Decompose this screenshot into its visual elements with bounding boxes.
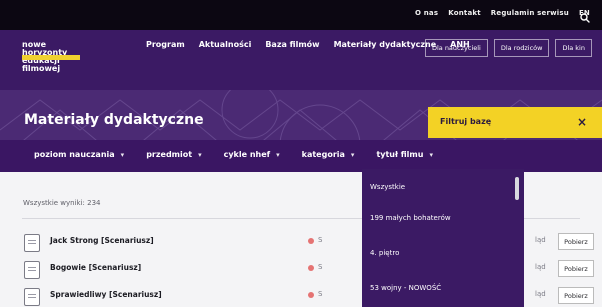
result-title[interactable]: Bogowie [Scenariusz] <box>50 263 141 272</box>
download-button[interactable]: Pobierz <box>558 233 594 250</box>
category-dot <box>308 292 314 298</box>
download-button[interactable]: Pobierz <box>558 260 594 277</box>
view-label[interactable]: ląd <box>535 263 546 271</box>
top-link-about[interactable]: O nas <box>415 9 438 17</box>
filter-film-title[interactable]: tytuł filmu ▾ <box>376 150 433 159</box>
chevron-down-icon: ▾ <box>350 151 355 159</box>
view-label[interactable]: ląd <box>535 236 546 244</box>
page-title: Materiały dydaktyczne <box>24 112 204 128</box>
document-icon <box>24 288 40 306</box>
filter-level[interactable]: poziom nauczania ▾ <box>34 150 124 159</box>
dropdown-item-all[interactable]: Wszystkie <box>370 183 405 191</box>
logo-line-4: filmowej <box>22 64 61 73</box>
menu-item-materials[interactable]: Materiały dydaktyczne <box>334 40 437 49</box>
result-title[interactable]: Sprawiedliwy [Scenariusz] <box>50 290 162 299</box>
menu-item-film-base[interactable]: Baza filmów <box>265 40 319 49</box>
chevron-down-icon: ▾ <box>429 151 433 159</box>
site-logo[interactable]: nowe horyzonty edukacji filmowej <box>22 41 92 73</box>
filter-category[interactable]: kategoria ▾ <box>302 150 355 159</box>
filter-subject[interactable]: przedmiot ▾ <box>146 150 201 159</box>
category-dot <box>308 265 314 271</box>
teachers-button[interactable]: Dla nauczycieli <box>424 39 488 57</box>
top-link-terms[interactable]: Regulamin serwisu <box>491 9 569 17</box>
search-icon[interactable] <box>580 8 590 23</box>
cinemas-button[interactable]: Dla kin <box>555 39 592 57</box>
category-dot <box>308 238 314 244</box>
top-links: O nas Kontakt Regulamin serwisu EN <box>415 9 590 17</box>
document-icon <box>24 234 40 252</box>
filter-label: Filtruj bazę <box>440 117 492 126</box>
category-label: S <box>318 263 323 271</box>
main-menu: Program Aktualności Baza filmów Materiał… <box>146 40 470 49</box>
dropdown-item-1[interactable]: 199 małych bohaterów <box>370 214 451 222</box>
dropdown-item-3[interactable]: 53 wojny - NOWOŚĆ <box>370 284 441 292</box>
results-count: Wszystkie wyniki: 234 <box>23 199 101 207</box>
chevron-down-icon: ▾ <box>276 151 280 159</box>
chevron-down-icon: ▾ <box>120 151 125 159</box>
close-icon[interactable]: × <box>577 115 587 129</box>
parents-button[interactable]: Dla rodziców <box>493 39 550 57</box>
download-button[interactable]: Pobierz <box>558 287 594 304</box>
top-link-contact[interactable]: Kontakt <box>448 9 481 17</box>
logo-highlight <box>22 55 80 60</box>
document-icon <box>24 261 40 279</box>
dropdown-scrollbar[interactable] <box>515 177 519 200</box>
result-title[interactable]: Jack Strong [Scenariusz] <box>50 236 154 245</box>
dropdown-item-2[interactable]: 4. piętro <box>370 249 399 257</box>
category-label: S <box>318 236 323 244</box>
menu-item-program[interactable]: Program <box>146 40 185 49</box>
view-label[interactable]: ląd <box>535 290 546 298</box>
menu-item-news[interactable]: Aktualności <box>199 40 252 49</box>
audience-buttons: Dla nauczycieli Dla rodziców Dla kin <box>424 39 592 57</box>
category-label: S <box>318 290 323 298</box>
filter-cycles[interactable]: cykle nhef ▾ <box>224 150 280 159</box>
chevron-down-icon: ▾ <box>198 151 202 159</box>
filters-row: poziom nauczania ▾ przedmiot ▾ cykle nhef ▾… <box>34 150 433 159</box>
